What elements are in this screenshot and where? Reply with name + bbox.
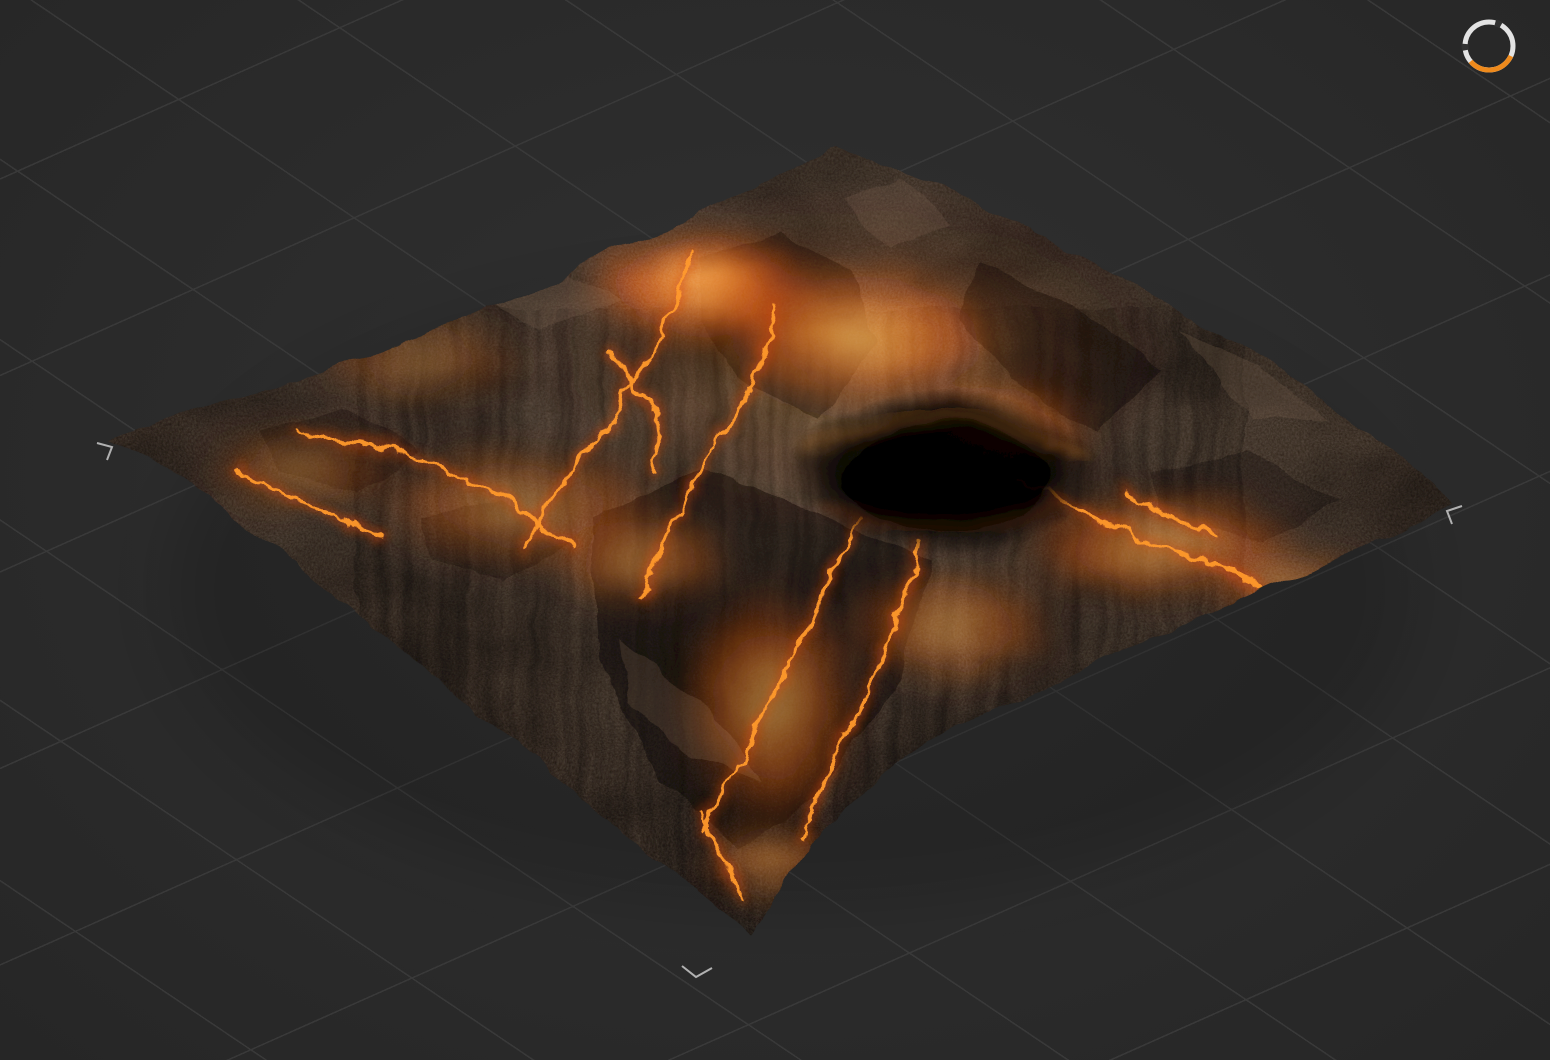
crater bbox=[790, 390, 1100, 554]
terrain-corner-marker-right bbox=[1447, 506, 1462, 524]
progress-spinner bbox=[1465, 22, 1513, 70]
terrain-corner-marker-bottom bbox=[682, 966, 712, 977]
terrain-corner-marker-left bbox=[97, 443, 112, 460]
progress-spinner-arc bbox=[1471, 56, 1511, 70]
viewport-canvas[interactable] bbox=[0, 0, 1550, 1060]
scene-svg bbox=[0, 0, 1550, 1060]
